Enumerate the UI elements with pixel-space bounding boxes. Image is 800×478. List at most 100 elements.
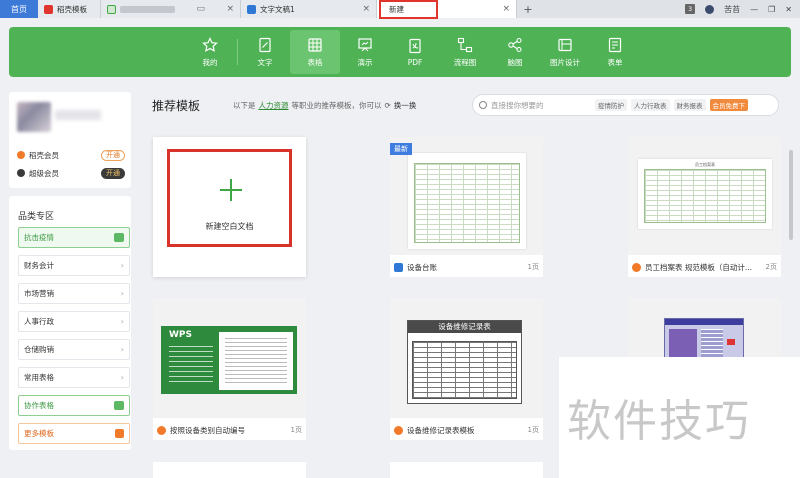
page-count: 1页 — [527, 426, 539, 434]
category-bar: 我的 文字 表格 演示 PDF 流程图 脑图 图片设计 表单 — [9, 27, 791, 77]
preview-header: 员工档案表 — [695, 162, 715, 167]
chevron-right-icon: › — [120, 261, 124, 270]
template-card[interactable]: 员工档案表 员工档案表 规范模板（自动计... 2页 — [628, 137, 781, 277]
sidebar-item-label: 抗击疫情 — [24, 233, 54, 242]
sidebar-item-label: 更多模板 — [24, 429, 54, 438]
sidebar-item-more[interactable]: 更多模板 — [18, 423, 130, 444]
category-mindmap[interactable]: 脑图 — [490, 30, 540, 74]
scrollbar[interactable] — [789, 150, 793, 240]
sidebar-item-label: 财务会计 — [24, 261, 54, 270]
mindmap-icon — [508, 37, 522, 52]
panel-title: 品类专区 — [18, 212, 55, 222]
avatar[interactable] — [705, 4, 715, 14]
vip-icon — [157, 425, 166, 435]
grid — [414, 163, 520, 243]
chevron-right-icon: › — [120, 373, 124, 382]
diamond-icon — [17, 169, 25, 177]
search-tag[interactable]: 人力行政表 — [631, 99, 670, 111]
new-badge: 最新 — [390, 143, 412, 155]
template-card[interactable]: 最新 设备台账 1页 — [390, 137, 543, 277]
crown-icon — [17, 151, 25, 159]
close-window-button[interactable]: ✕ — [785, 5, 792, 14]
search-tag[interactable]: 财务报表 — [673, 99, 706, 111]
tab-blurred[interactable]: ▭ × — [101, 0, 241, 18]
template-thumbnail: 设备维修记录表 — [390, 298, 543, 418]
template-title: 设备台账 — [407, 262, 437, 272]
template-card[interactable]: WPS 按照设备类别自动编号 1页 — [153, 298, 306, 440]
template-card[interactable]: 设备维修记录表 设备维修记录表模板 1页 — [390, 298, 543, 440]
new-tab-button[interactable]: + — [517, 0, 539, 18]
document-preview — [219, 332, 293, 390]
sidebar-item-hr[interactable]: 人事行政 › — [18, 311, 130, 332]
search-tag[interactable]: 疫情防护 — [595, 99, 627, 111]
layers-icon — [114, 401, 124, 410]
vip-free-download-badge[interactable]: 会员免费下 — [709, 99, 748, 111]
vip-icon — [394, 425, 403, 435]
title-bar — [665, 319, 743, 325]
word-icon — [247, 4, 256, 14]
category-label: 脑图 — [507, 57, 523, 67]
preview-button — [727, 339, 735, 345]
close-icon[interactable]: × — [502, 4, 510, 14]
refresh-icon[interactable]: ⟳ — [385, 101, 391, 110]
grid — [644, 169, 766, 223]
sidebar-item-marketing[interactable]: 市场营销 › — [18, 283, 130, 304]
close-icon[interactable]: × — [226, 4, 234, 14]
new-blank-document-card[interactable]: 新建空白文档 — [153, 137, 306, 277]
category-form[interactable]: 表单 — [590, 30, 640, 74]
monitor-icon: ▭ — [196, 4, 205, 14]
preview-lines — [169, 346, 213, 386]
category-panel: 品类专区 抗击疫情 财务会计 › 市场营销 › 人事行政 › 仓储购销 › 常用… — [9, 196, 131, 450]
template-title: 设备维修记录表模板 — [407, 425, 475, 435]
refresh-button[interactable]: 换一换 — [394, 100, 417, 111]
category-mine[interactable]: 我的 — [185, 30, 235, 74]
category-presentation[interactable]: 演示 — [340, 30, 390, 74]
category-label: 流程图 — [453, 57, 477, 67]
avatar[interactable] — [17, 102, 51, 132]
minimize-button[interactable]: — — [750, 5, 758, 14]
repair-record-preview: 设备维修记录表 — [407, 320, 522, 404]
restore-button[interactable]: ❐ — [768, 5, 775, 14]
tab-blurred-title — [120, 5, 175, 13]
template-card[interactable] — [390, 462, 543, 478]
sidebar-item-finance[interactable]: 财务会计 › — [18, 255, 130, 276]
notification-badge[interactable]: 3 — [685, 4, 696, 14]
tab-daoke[interactable]: 稻壳模板 — [38, 0, 101, 18]
category-writer[interactable]: 文字 — [240, 30, 290, 74]
search-icon — [479, 101, 487, 109]
sidebar-item-common[interactable]: 常用表格 › — [18, 367, 130, 388]
template-card[interactable] — [153, 462, 306, 478]
tab-daoke-label: 稻壳模板 — [57, 4, 87, 14]
open-super-vip-button[interactable]: 开通 — [101, 167, 125, 179]
flowchart-icon — [457, 37, 473, 52]
tab-document-label: 文字文稿1 — [260, 4, 295, 14]
vip-row-super: 超级会员 开通 — [17, 166, 125, 180]
subtitle-suffix: 等职业的推荐模板，你可以 — [291, 101, 382, 110]
free-icon — [394, 262, 403, 272]
category-label: 图片设计 — [550, 57, 580, 67]
category-flowchart[interactable]: 流程图 — [440, 30, 490, 74]
category-pdf[interactable]: PDF — [390, 30, 440, 74]
sidebar-item-collab[interactable]: 协作表格 — [18, 395, 130, 416]
search-input[interactable]: 直接搜你想要的 疫情防护 人力行政表 财务报表 会员免费下 — [472, 94, 779, 116]
page-title: 推荐模板 — [152, 99, 201, 113]
sheet-icon — [107, 4, 116, 14]
presentation-icon — [358, 37, 372, 51]
template-title: 按照设备类别自动编号 — [170, 425, 245, 435]
category-image-design[interactable]: 图片设计 — [540, 30, 590, 74]
template-thumbnail: 员工档案表 — [628, 137, 781, 255]
tab-new[interactable]: 新建 × — [377, 0, 517, 19]
tab-home[interactable]: 首页 — [0, 0, 38, 18]
watermark-box: 软件技巧 — [559, 357, 800, 478]
sidebar-item-epidemic[interactable]: 抗击疫情 — [18, 227, 130, 248]
profession-link[interactable]: 人力资源 — [259, 100, 289, 111]
open-vip-button[interactable]: 开通 — [101, 149, 125, 161]
sidebar-item-warehouse[interactable]: 仓储购销 › — [18, 339, 130, 360]
category-spreadsheet[interactable]: 表格 — [290, 30, 340, 74]
close-icon[interactable]: × — [362, 4, 370, 14]
username[interactable]: 苦苔 — [724, 4, 740, 15]
daoke-icon — [44, 4, 53, 14]
tab-document[interactable]: 文字文稿1 × — [241, 0, 377, 18]
template-caption: 员工档案表 规范模板（自动计... 2页 — [632, 261, 777, 273]
category-label: 我的 — [202, 57, 218, 67]
